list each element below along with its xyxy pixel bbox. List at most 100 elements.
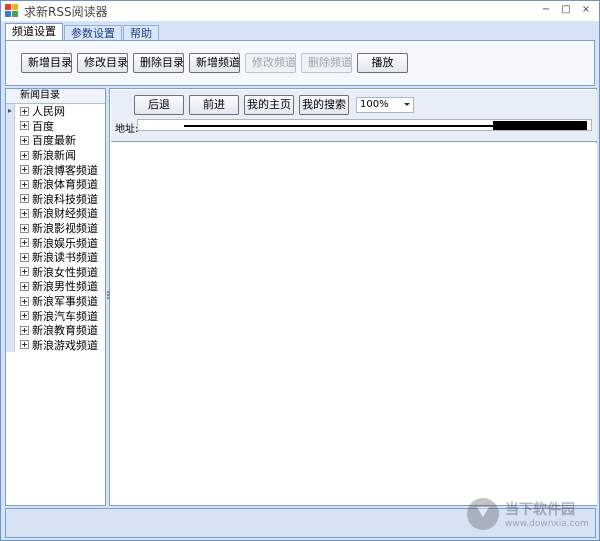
back-button[interactable]: 后退	[134, 95, 184, 115]
row-gutter	[6, 322, 15, 338]
tree-item-label: 新浪博客频道	[32, 163, 98, 177]
expand-plus-icon[interactable]	[20, 121, 29, 131]
tree-item[interactable]: 新浪女性频道	[6, 264, 105, 280]
tree-item[interactable]: ▸ 人民网	[6, 104, 105, 119]
expand-plus-icon[interactable]	[20, 281, 29, 291]
forward-button[interactable]: 前进	[189, 95, 239, 115]
row-gutter	[6, 176, 15, 192]
watermark: 当下软件园 www.downxia.com	[467, 498, 589, 530]
tree-item[interactable]: 新浪科技频道	[6, 191, 105, 207]
maximize-button[interactable]: □	[557, 3, 575, 17]
expand-plus-icon[interactable]	[20, 179, 29, 189]
tree-item[interactable]: 新浪影视频道	[6, 220, 105, 236]
row-gutter	[6, 264, 15, 280]
tree-item[interactable]: 百度	[6, 118, 105, 134]
tree-item-label: 百度	[32, 119, 54, 133]
tab-help[interactable]: 帮助	[123, 25, 159, 41]
download-icon	[467, 498, 499, 530]
tab-parameter-settings[interactable]: 参数设置	[64, 25, 122, 41]
expand-plus-icon[interactable]	[20, 325, 29, 335]
expand-plus-icon[interactable]	[20, 150, 29, 160]
app-icon	[5, 4, 19, 18]
watermark-en: www.downxia.com	[505, 519, 589, 529]
tree-item-label: 新浪科技频道	[32, 192, 98, 206]
tree-item-label: 新浪男性频道	[32, 280, 98, 294]
tree-item-label: 新浪影视频道	[32, 222, 98, 236]
row-gutter	[6, 220, 15, 236]
expand-plus-icon[interactable]	[20, 165, 29, 175]
title-bar: 求新RSS阅读器 − □ ×	[1, 1, 599, 21]
expand-plus-icon[interactable]	[20, 238, 29, 248]
tree-item-label: 新浪军事频道	[32, 295, 98, 309]
tree-item-label: 新浪财经频道	[32, 207, 98, 221]
expand-plus-icon[interactable]	[20, 252, 29, 262]
search-button[interactable]: 我的搜索	[299, 95, 349, 115]
row-gutter	[6, 293, 15, 309]
tab-channel-settings[interactable]: 频道设置	[5, 23, 63, 41]
tree-item[interactable]: 百度最新	[6, 133, 105, 148]
tree-item[interactable]: 新浪财经频道	[6, 206, 105, 221]
tree-item[interactable]: 新浪娱乐频道	[6, 235, 105, 250]
expand-plus-icon[interactable]	[20, 194, 29, 204]
browser-nav-panel: 后退 前进 我的主页 我的搜索 100% 地址:	[111, 90, 597, 142]
chevron-down-icon	[404, 103, 410, 106]
row-gutter	[6, 206, 15, 221]
tree-item-label: 新浪娱乐频道	[32, 236, 98, 250]
tree-item-label: 新浪汽车频道	[32, 309, 98, 323]
tree-item[interactable]: 新浪博客频道	[6, 162, 105, 177]
expand-plus-icon[interactable]	[20, 340, 29, 350]
expand-plus-icon[interactable]	[20, 311, 29, 321]
expand-plus-icon[interactable]	[20, 106, 29, 116]
close-button[interactable]: ×	[577, 3, 595, 17]
browser-content-area[interactable]	[111, 143, 597, 505]
browser-nav-bar: 后退 前进 我的主页 我的搜索 100%	[134, 95, 414, 115]
tree-item-label: 新浪女性频道	[32, 265, 98, 279]
expand-plus-icon[interactable]	[20, 267, 29, 277]
add-directory-button[interactable]: 新增目录	[21, 53, 72, 73]
tree-item-label: 百度最新	[32, 134, 76, 148]
row-gutter	[6, 118, 15, 134]
browser-pane: 后退 前进 我的主页 我的搜索 100% 地址:	[109, 88, 597, 506]
tree-item[interactable]: 新浪读书频道	[6, 249, 105, 265]
selected-row-arrow-icon: ▸	[6, 104, 15, 119]
minimize-button[interactable]: −	[537, 3, 555, 17]
address-input[interactable]	[137, 119, 592, 131]
tab-strip: 频道设置 参数设置 帮助	[5, 23, 160, 41]
tree-item[interactable]: 新浪新闻	[6, 147, 105, 163]
edit-directory-button[interactable]: 修改目录	[77, 53, 128, 73]
news-directory-tree: 新闻目录 ▸ 人民网 百度 百度最新 新浪新闻 新浪博客频道 新浪体育频道 新浪科技频道 新浪财…	[5, 88, 106, 506]
tree-item[interactable]: 新浪教育频道	[6, 322, 105, 338]
row-gutter	[6, 191, 15, 207]
delete-directory-button[interactable]: 删除目录	[133, 53, 184, 73]
add-channel-button[interactable]: 新增频道	[189, 53, 240, 73]
zoom-select[interactable]: 100%	[356, 97, 414, 113]
expand-plus-icon[interactable]	[20, 135, 29, 145]
window-title: 求新RSS阅读器	[24, 4, 108, 19]
tree-item[interactable]: 新浪游戏频道	[6, 337, 105, 353]
tree-item-label: 新浪新闻	[32, 149, 76, 163]
address-redaction-line	[184, 125, 520, 127]
tree-item[interactable]: 新浪汽车频道	[6, 308, 105, 323]
tree-item[interactable]: 新浪男性频道	[6, 279, 105, 294]
play-button[interactable]: 播放	[357, 53, 408, 73]
tree-item[interactable]: 新浪军事频道	[6, 293, 105, 309]
edit-channel-button[interactable]: 修改频道	[245, 53, 296, 73]
tree-item-label: 新浪读书频道	[32, 251, 98, 265]
row-gutter	[6, 308, 15, 323]
home-button[interactable]: 我的主页	[244, 95, 294, 115]
delete-channel-button[interactable]: 删除频道	[301, 53, 352, 73]
main-window: 求新RSS阅读器 − □ × 频道设置 参数设置 帮助 新增目录 修改目录 删除…	[0, 0, 600, 541]
channel-settings-panel: 新增目录 修改目录 删除目录 新增频道 修改频道 删除频道 播放	[5, 40, 595, 86]
row-gutter	[6, 235, 15, 250]
watermark-cn: 当下软件园	[505, 502, 575, 518]
zoom-value: 100%	[360, 99, 389, 110]
expand-plus-icon[interactable]	[20, 223, 29, 233]
tree-item-label: 新浪体育频道	[32, 178, 98, 192]
row-gutter	[6, 279, 15, 294]
tree-header: 新闻目录	[6, 89, 105, 104]
tree-item[interactable]: 新浪体育频道	[6, 176, 105, 192]
expand-plus-icon[interactable]	[20, 208, 29, 218]
row-gutter	[6, 162, 15, 177]
tree-item-label: 人民网	[32, 105, 65, 119]
expand-plus-icon[interactable]	[20, 296, 29, 306]
